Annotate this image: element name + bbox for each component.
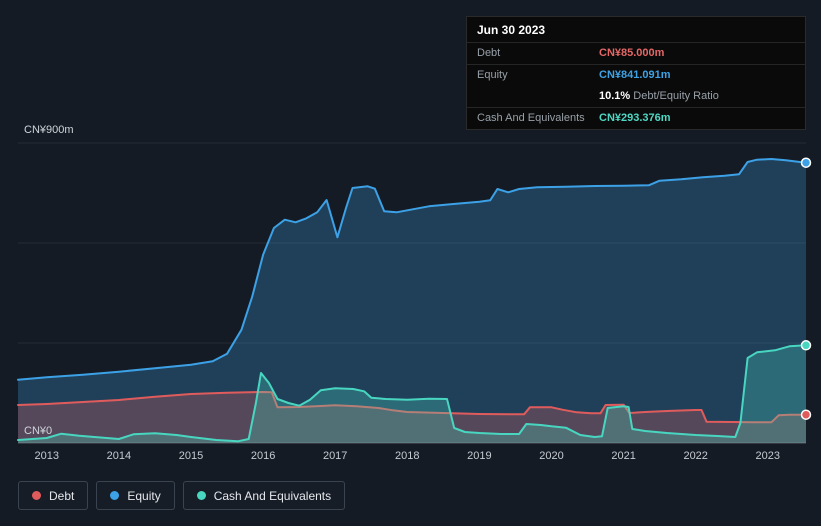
marker-cash-and-equivalents[interactable] <box>800 340 812 351</box>
y-axis-label-top: CN¥900m <box>24 124 74 136</box>
x-tick-2023: 2023 <box>755 450 781 462</box>
x-tick-2021: 2021 <box>611 450 636 462</box>
x-tick-2019: 2019 <box>467 450 492 462</box>
legend-label-debt: Debt <box>49 488 75 503</box>
legend-label-cash: Cash And Equivalents <box>213 488 332 503</box>
tooltip-equity-label: Equity <box>477 69 508 81</box>
legend-item-cash[interactable]: Cash And Equivalents <box>182 481 346 510</box>
x-tick-2016: 2016 <box>250 450 276 462</box>
tooltip-ratio-row: 10.1% Debt/Equity Ratio <box>467 86 805 108</box>
tooltip-debt-value: CN¥85.000m <box>599 47 665 59</box>
y-axis-label-zero: CN¥0 <box>24 425 53 437</box>
equity-legend-dot-icon <box>110 491 120 500</box>
tooltip-cash-label: Cash And Equivalents <box>477 112 585 124</box>
x-tick-2017: 2017 <box>322 450 348 462</box>
debt-legend-dot-icon <box>32 491 41 500</box>
tooltip-equity-value: CN¥841.091m <box>599 69 671 81</box>
tooltip-date: Jun 30 2023 <box>467 17 805 43</box>
x-axis: 2013 2014 2015 2016 2017 2018 2019 2020 2021 2022… <box>0 450 821 466</box>
legend: Debt Equity Cash And Equivalents <box>18 481 346 510</box>
x-tick-2014: 2014 <box>106 450 132 462</box>
tooltip-cash-row: Cash And Equivalents CN¥293.376m <box>467 108 805 129</box>
tooltip-equity-row: Equity CN¥841.091m <box>467 65 805 86</box>
tooltip-debt-row: Debt CN¥85.000m <box>467 43 805 65</box>
legend-label-equity: Equity <box>127 488 161 503</box>
x-tick-2018: 2018 <box>395 450 420 462</box>
tooltip: Jun 30 2023 Debt CN¥85.000m Equity CN¥84… <box>466 16 806 130</box>
tooltip-debt-label: Debt <box>477 47 501 59</box>
legend-item-debt[interactable]: Debt <box>18 481 89 510</box>
x-tick-2022: 2022 <box>683 450 708 462</box>
tooltip-ratio-text: 10.1% Debt/Equity Ratio <box>599 89 719 104</box>
tooltip-ratio-label: Debt/Equity Ratio <box>633 90 719 102</box>
tooltip-ratio-value: 10.1% <box>599 90 631 102</box>
x-tick-2015: 2015 <box>178 450 204 462</box>
tooltip-cash-value: CN¥293.376m <box>599 112 671 124</box>
marker-debt[interactable] <box>800 409 812 420</box>
marker-equity[interactable] <box>800 157 812 168</box>
cash-legend-dot-icon <box>196 491 206 500</box>
x-tick-2020: 2020 <box>539 450 564 462</box>
x-tick-2013: 2013 <box>34 450 60 462</box>
legend-item-equity[interactable]: Equity <box>96 481 175 510</box>
